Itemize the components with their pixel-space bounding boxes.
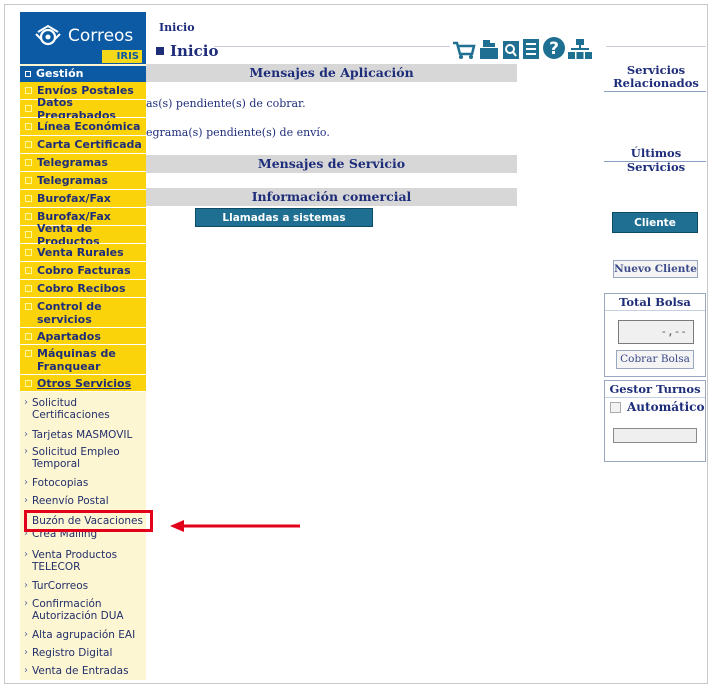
red-arrow-icon xyxy=(170,520,300,532)
brand-sub: IRIS xyxy=(102,50,142,63)
header-rule-right xyxy=(606,46,706,47)
search-document-icon[interactable] xyxy=(502,40,520,60)
breadcrumb[interactable]: Inicio xyxy=(159,21,195,34)
sidebar-item-telegramas-1[interactable]: Telegramas xyxy=(20,154,146,172)
sidebar-item-carta-certificada[interactable]: Carta Certificada xyxy=(20,136,146,154)
subitem-tarjetas-masmovil[interactable]: Tarjetas MASMOVIL xyxy=(20,429,146,441)
gestor-turnos-panel: Gestor Turnos xyxy=(604,380,706,462)
subitem-venta-telecor[interactable]: Venta Productos TELECOR xyxy=(20,549,146,573)
pending-charge-message[interactable]: as(s) pendiente(s) de cobrar. xyxy=(146,97,306,110)
cash-register-icon[interactable] xyxy=(478,38,500,60)
app-messages-header: Mensajes de Aplicación xyxy=(146,64,517,82)
sidebar-item-venta-rurales[interactable]: Venta Rurales xyxy=(20,244,146,262)
title-square-icon xyxy=(156,47,164,55)
sidebar-item-otros-servicios[interactable]: Otros Servicios xyxy=(20,375,146,392)
total-bolsa-title: Total Bolsa xyxy=(605,294,705,311)
sidebar-item-maquinas-franquear[interactable]: Máquinas de Franquear xyxy=(20,345,146,375)
related-services-title: Servicios Relacionados xyxy=(613,63,699,90)
sidebar-item-cobro-facturas[interactable]: Cobro Facturas xyxy=(20,262,146,280)
external-systems-button[interactable]: Llamadas a sistemas externos xyxy=(195,208,373,243)
page-title: Inicio xyxy=(156,42,218,60)
highlight-box xyxy=(24,510,153,532)
nuevo-cliente-button[interactable]: Nuevo Cliente xyxy=(613,260,698,278)
document-list-icon[interactable] xyxy=(522,38,540,60)
pending-send-message[interactable]: egrama(s) pendiente(s) de envío. xyxy=(146,126,330,139)
sidebar-menu: Envíos Postales Datos Pregrabados Línea … xyxy=(20,82,146,392)
subitem-solicitud-empleo[interactable]: Solicitud Empleo Temporal xyxy=(20,446,146,470)
sidebar-item-datos-pregrabados[interactable]: Datos Pregrabados xyxy=(20,96,146,122)
collapse-icon xyxy=(25,71,31,77)
subitem-registro-digital[interactable]: Registro Digital xyxy=(20,647,146,659)
sidebar-item-cobro-recibos[interactable]: Cobro Recibos xyxy=(20,280,146,298)
sidebar-item-venta-productos[interactable]: Venta de Productos xyxy=(20,222,146,248)
sidebar: Correos IRIS Gestión Envíos Postales Dat… xyxy=(20,12,146,680)
last-services-title: Últimos Servicios xyxy=(626,146,686,174)
post-horn-icon xyxy=(35,24,61,46)
subitem-alta-agrupacion[interactable]: Alta agrupación EAI xyxy=(20,629,146,641)
header-rule-left xyxy=(214,46,450,47)
commercial-info-header: Información comercial xyxy=(146,188,517,206)
related-services-rule xyxy=(604,91,706,92)
correos-logo[interactable]: Correos IRIS xyxy=(20,12,146,64)
cart-icon[interactable] xyxy=(452,40,476,60)
brand-name: Correos xyxy=(68,26,134,46)
turnos-input[interactable] xyxy=(613,428,697,443)
subitem-crea-mailing[interactable]: Crea Mailing xyxy=(20,531,146,539)
sidebar-item-control-servicios[interactable]: Control de servicios xyxy=(20,298,146,328)
automatico-checkbox[interactable] xyxy=(610,402,621,413)
sidebar-item-burofax-1[interactable]: Burofax/Fax xyxy=(20,190,146,208)
sidebar-item-apartados[interactable]: Apartados xyxy=(20,328,146,345)
subitem-reenvio-postal[interactable]: Reenvío Postal xyxy=(20,495,146,507)
automatico-label: Automático xyxy=(627,400,705,414)
subitem-solicitud-certificaciones[interactable]: Solicitud Certificaciones xyxy=(20,397,146,421)
help-icon[interactable]: ? xyxy=(542,36,566,60)
toolbar: ? xyxy=(452,36,592,60)
gestor-turnos-title: Gestor Turnos xyxy=(605,381,705,398)
svg-text:?: ? xyxy=(549,39,559,59)
subitem-fotocopias[interactable]: Fotocopias xyxy=(20,477,146,489)
last-services-rule xyxy=(604,161,706,162)
subitem-venta-entradas[interactable]: Venta de Entradas xyxy=(20,665,146,677)
sidebar-section-gestion[interactable]: Gestión xyxy=(20,66,146,82)
sidebar-item-telegramas-2[interactable]: Telegramas xyxy=(20,172,146,190)
org-chart-icon[interactable] xyxy=(568,38,592,60)
cobrar-bolsa-button[interactable]: Cobrar Bolsa xyxy=(616,350,694,369)
cliente-tarjeta-button[interactable]: Cliente Tarjeta xyxy=(612,212,698,250)
sidebar-item-linea-economica[interactable]: Línea Económica xyxy=(20,118,146,136)
subitem-turcorreos[interactable]: TurCorreos xyxy=(20,580,146,592)
total-bolsa-field: -,-- xyxy=(618,320,694,344)
subitem-confirmacion-dua[interactable]: Confirmación Autorización DUA xyxy=(20,598,146,622)
service-messages-header: Mensajes de Servicio xyxy=(146,155,517,173)
